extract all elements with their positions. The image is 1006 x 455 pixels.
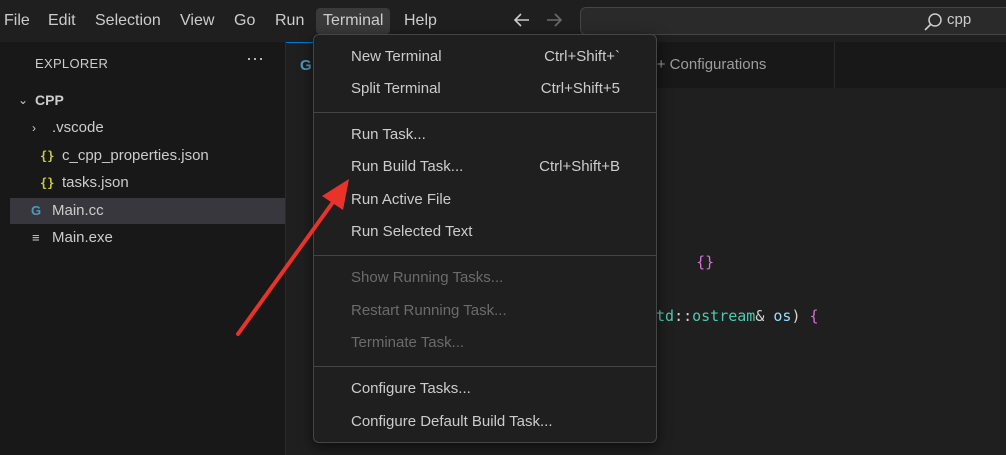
menu-item-label: Split Terminal — [351, 80, 441, 97]
menu-item-new-terminal[interactable]: New Terminal Ctrl+Shift+` — [318, 43, 652, 73]
menu-item-label: Run Build Task... — [351, 158, 464, 175]
menu-item-label: Restart Running Task... — [351, 302, 507, 319]
menu-separator — [314, 255, 656, 256]
code-token: td — [656, 307, 675, 325]
menu-separator — [314, 366, 656, 367]
code-token: { — [809, 307, 819, 325]
code-token: & — [755, 307, 765, 325]
chevron-right-icon: › — [32, 121, 36, 135]
menu-item-split-terminal[interactable]: Split Terminal Ctrl+Shift+5 — [318, 75, 652, 105]
menu-edit[interactable]: Edit — [41, 8, 83, 34]
tab-cpp-configurations[interactable]: ++ Configurations — [636, 42, 835, 88]
tree-label: c_cpp_properties.json — [62, 147, 209, 164]
menu-item-label: Run Selected Text — [351, 223, 473, 240]
tree-file-tasks[interactable]: {} tasks.json — [10, 170, 285, 196]
command-center-search[interactable]: cpp — [580, 7, 1006, 35]
code-line-1[interactable]: {} — [660, 235, 714, 289]
menu-separator — [314, 112, 656, 113]
menu-item-shortcut: Ctrl+Shift+5 — [540, 80, 620, 97]
tree-label: .vscode — [52, 119, 104, 136]
menu-item-show-running-tasks: Show Running Tasks... — [318, 264, 652, 294]
tree-label: CPP — [35, 92, 64, 108]
menu-view[interactable]: View — [173, 8, 221, 34]
json-file-icon: {} — [40, 149, 55, 163]
menu-item-configure-tasks[interactable]: Configure Tasks... — [318, 375, 652, 405]
menu-selection[interactable]: Selection — [88, 8, 168, 34]
search-icon — [924, 13, 942, 31]
tree-file-c-cpp-properties[interactable]: {} c_cpp_properties.json — [10, 143, 285, 169]
menu-run[interactable]: Run — [268, 8, 311, 34]
cpp-file-icon: G — [31, 203, 42, 218]
json-file-icon: {} — [40, 176, 55, 190]
code-token: {} — [696, 253, 715, 271]
menu-item-run-task[interactable]: Run Task... — [318, 121, 652, 151]
menu-help[interactable]: Help — [397, 8, 444, 34]
menu-item-shortcut: Ctrl+Shift+B — [539, 158, 620, 175]
forward-arrow-icon[interactable] — [544, 9, 564, 31]
activity-bar — [0, 42, 10, 455]
menu-item-restart-running-task: Restart Running Task... — [318, 297, 652, 327]
menu-item-label: New Terminal — [351, 48, 442, 65]
menu-item-label: Run Task... — [351, 126, 426, 143]
more-actions-icon[interactable]: ··· — [246, 48, 264, 69]
tree-folder-cpp[interactable]: ⌄ CPP — [10, 87, 285, 113]
tree-file-main-exe[interactable]: ≡ Main.exe — [10, 225, 285, 251]
menu-item-run-selected-text[interactable]: Run Selected Text — [318, 218, 652, 248]
code-token: os — [773, 307, 792, 325]
code-token: :: — [674, 307, 693, 325]
menu-terminal[interactable]: Terminal — [316, 8, 391, 34]
menu-item-run-build-task[interactable]: Run Build Task... Ctrl+Shift+B — [318, 153, 652, 183]
menu-go[interactable]: Go — [227, 8, 262, 34]
explorer-sidebar: EXPLORER ··· ⌄ CPP › .vscode {} c_cpp_pr… — [10, 42, 286, 455]
terminal-menu-dropdown: New Terminal Ctrl+Shift+` Split Terminal… — [313, 34, 657, 443]
tree-label: tasks.json — [62, 174, 129, 191]
search-text: cpp — [947, 11, 972, 28]
menu-item-label: Terminate Task... — [351, 334, 465, 351]
menu-item-label: Run Active File — [351, 191, 452, 208]
menu-item-configure-default-build-task[interactable]: Configure Default Build Task... — [318, 408, 652, 438]
code-token: ) — [791, 307, 801, 325]
menu-item-label: Configure Tasks... — [351, 380, 471, 397]
sidebar-title: EXPLORER — [35, 56, 109, 71]
menu-file[interactable]: File — [0, 8, 37, 34]
chevron-down-icon: ⌄ — [18, 93, 29, 107]
menu-item-run-active-file[interactable]: Run Active File — [318, 186, 652, 216]
menu-item-terminate-task: Terminate Task... — [318, 329, 652, 359]
back-arrow-icon[interactable] — [512, 9, 532, 31]
menu-item-label: Configure Default Build Task... — [351, 413, 553, 430]
menu-item-shortcut: Ctrl+Shift+` — [544, 48, 620, 65]
tree-label: Main.cc — [52, 202, 104, 219]
code-line-2[interactable]: td::ostream& os) { — [656, 307, 819, 325]
tree-folder-vscode[interactable]: › .vscode — [10, 115, 285, 141]
code-token: ostream — [692, 307, 756, 325]
tree-file-main-cc[interactable]: G Main.cc — [10, 198, 285, 224]
menu-item-label: Show Running Tasks... — [351, 269, 504, 286]
tree-label: Main.exe — [52, 229, 113, 246]
binary-file-icon: ≡ — [32, 230, 40, 245]
